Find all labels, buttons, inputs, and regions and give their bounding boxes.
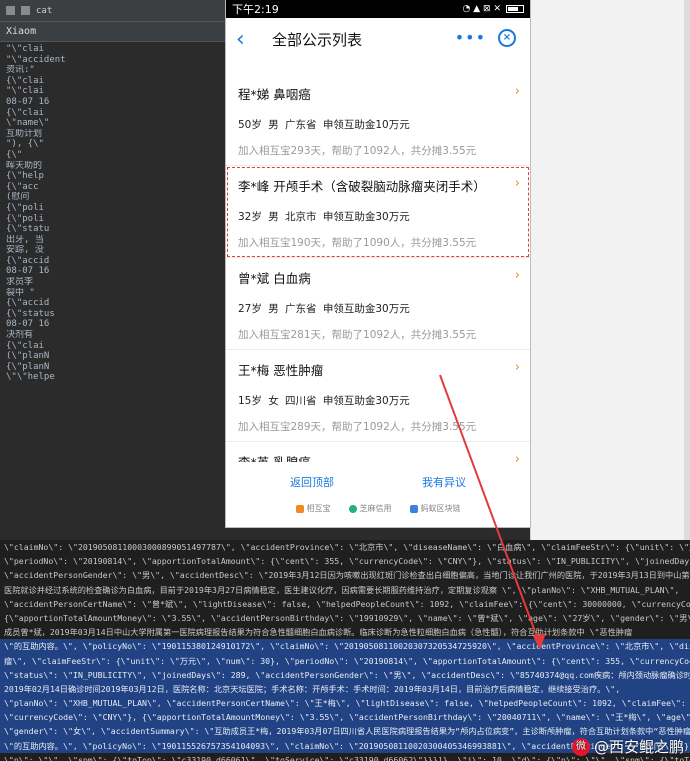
annotation-arrowhead: [533, 633, 546, 650]
watermark-text: @西安鲲之鹏: [593, 738, 684, 756]
annotation-line: [439, 374, 541, 646]
weibo-icon: 微: [571, 737, 590, 756]
watermark: 微 @西安鲲之鹏: [571, 736, 684, 757]
annotation-arrow: [439, 374, 546, 650]
